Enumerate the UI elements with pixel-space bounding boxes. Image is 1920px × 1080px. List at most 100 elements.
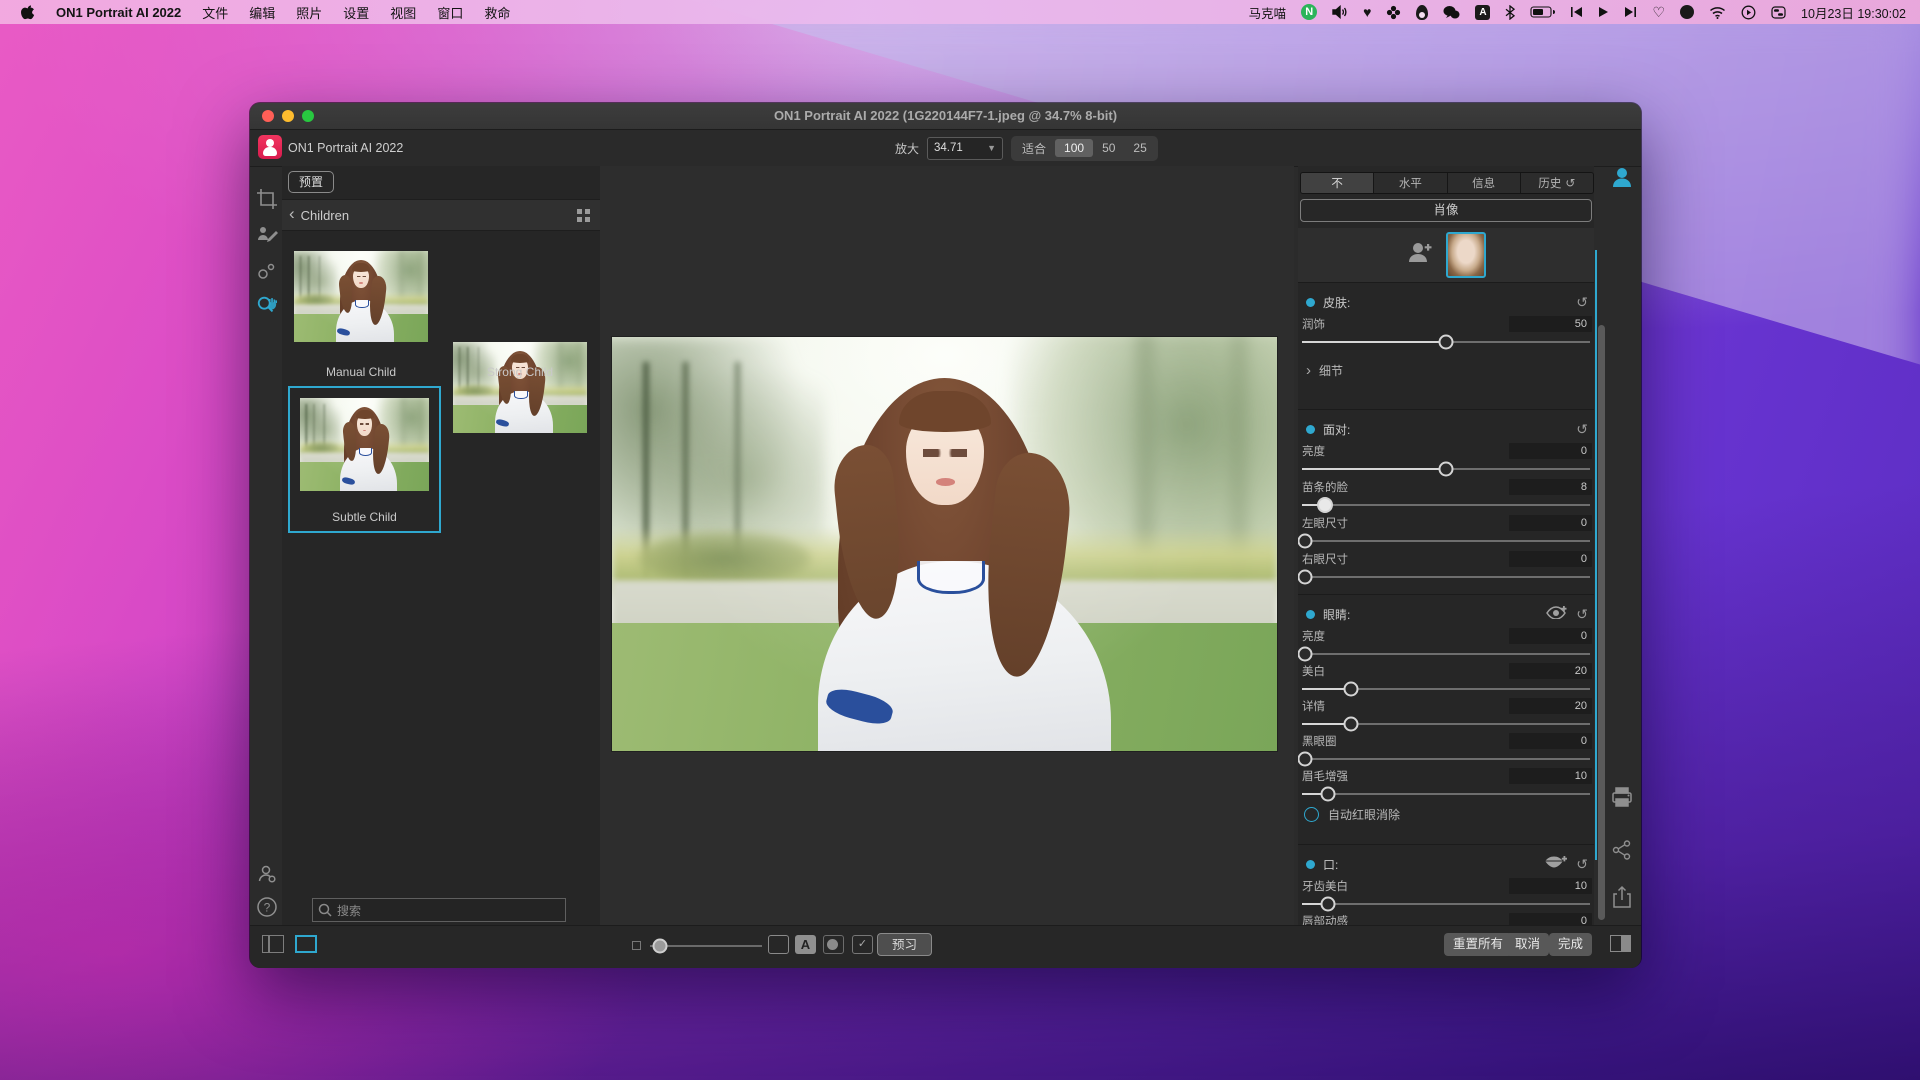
slider-retouch[interactable]	[1302, 335, 1590, 349]
penguin-app-icon[interactable]	[1416, 5, 1428, 20]
menu-window[interactable]: 窗口	[437, 3, 463, 22]
menu-edit[interactable]: 编辑	[249, 3, 275, 22]
compare-square-icon[interactable]	[632, 941, 641, 950]
enable-dot-face[interactable]	[1306, 425, 1315, 434]
zoom-25-button[interactable]: 25	[1124, 139, 1155, 157]
skip-back-icon[interactable]	[1570, 4, 1583, 20]
faces-view-icon[interactable]	[1610, 165, 1634, 189]
crop-tool-icon[interactable]	[256, 188, 278, 210]
zoom-fit-button[interactable]: 适合	[1013, 138, 1055, 159]
panel-toggle-icon[interactable]	[1610, 935, 1631, 952]
tab-levels[interactable]: 水平	[1374, 173, 1447, 193]
export-icon[interactable]	[1610, 885, 1634, 909]
bluetooth-icon[interactable]	[1505, 4, 1515, 20]
blemish-tool-icon[interactable]	[256, 260, 278, 282]
share-nodes-icon[interactable]	[1610, 838, 1634, 862]
main-photo[interactable]	[612, 337, 1277, 751]
enable-dot-skin[interactable]	[1306, 298, 1315, 307]
heart-app-icon[interactable]: ♥	[1363, 4, 1371, 20]
tab-info[interactable]: 信息	[1448, 173, 1521, 193]
skip-forward-icon[interactable]	[1624, 4, 1637, 20]
preset-label[interactable]: Subtle Child	[290, 510, 439, 524]
user-settings-icon[interactable]	[256, 863, 278, 885]
zoom-value-dropdown[interactable]: 34.71▼	[927, 137, 1003, 160]
zoom-50-button[interactable]: 50	[1093, 139, 1124, 157]
menu-file[interactable]: 文件	[202, 3, 228, 22]
slider-right-eye-size[interactable]	[1302, 570, 1590, 584]
add-eye-icon[interactable]	[1546, 605, 1568, 624]
slider-brightness[interactable]	[1302, 462, 1590, 476]
preview-opacity-slider[interactable]	[650, 939, 762, 953]
text-overlay-icon[interactable]: A	[795, 935, 816, 954]
chat-app-icon[interactable]	[1443, 4, 1460, 20]
add-face-icon[interactable]	[1407, 240, 1434, 271]
preview-button[interactable]: 预习	[877, 933, 932, 956]
back-chevron-icon[interactable]: ‹	[289, 204, 295, 224]
menu-settings[interactable]: 设置	[343, 3, 369, 22]
auto-redeye-checkbox[interactable]: 自动红眼消除	[1300, 802, 1592, 826]
battery-icon[interactable]	[1530, 4, 1555, 20]
slider-eyebrow-enhance[interactable]	[1302, 787, 1590, 801]
slider-eye-whiten[interactable]	[1302, 682, 1590, 696]
preset-category-row[interactable]: ‹ Children	[282, 199, 600, 231]
add-mouth-icon[interactable]	[1544, 855, 1568, 874]
single-view-icon-selected[interactable]	[295, 935, 317, 953]
portrait-button[interactable]: 肖像	[1300, 199, 1592, 222]
window-titlebar[interactable]: ON1 Portrait AI 2022 (1G220144F7-1.jpeg …	[250, 103, 1641, 130]
zoom-pan-tool-icon[interactable]	[256, 294, 278, 316]
enable-dot-mouth[interactable]	[1306, 860, 1315, 869]
slider-left-eye-size[interactable]	[1302, 534, 1590, 548]
grid-view-icon[interactable]	[577, 209, 590, 222]
mask-view-icon[interactable]	[768, 935, 789, 954]
preset-label[interactable]: Manual Child	[294, 365, 428, 379]
preset-cell-subtle-child-selected[interactable]: Subtle Child	[288, 386, 441, 533]
presets-button[interactable]: 预置	[288, 171, 334, 193]
softproof-icon[interactable]	[823, 935, 844, 954]
preset-thumb-manual-child[interactable]	[294, 251, 428, 342]
preset-thumb-subtle-child[interactable]	[300, 398, 429, 491]
menu-help[interactable]: 救命	[484, 3, 510, 22]
details-expander[interactable]: › 细节	[1300, 359, 1592, 381]
slider-dark-circles[interactable]	[1302, 752, 1590, 766]
checklist-icon[interactable]: ✓	[852, 935, 873, 954]
reset-icon[interactable]: ↺	[1576, 421, 1588, 438]
apple-menu-icon[interactable]	[20, 4, 35, 20]
play-icon[interactable]	[1598, 4, 1609, 20]
preset-thumb-strong-child[interactable]	[453, 342, 587, 433]
checkbox-circle-icon[interactable]	[1304, 807, 1319, 822]
reset-icon[interactable]: ↺	[1576, 606, 1588, 623]
wifi-icon[interactable]	[1709, 4, 1726, 20]
reset-all-button[interactable]: 重置所有	[1444, 933, 1512, 956]
face-thumbnail-selected[interactable]	[1446, 232, 1486, 278]
retouch-tool-icon[interactable]	[256, 223, 278, 245]
ball-app-icon[interactable]	[1680, 5, 1694, 19]
slider-slim-face[interactable]	[1302, 498, 1590, 512]
zoom-100-button[interactable]: 100	[1055, 139, 1093, 157]
pinwheel-app-icon[interactable]	[1386, 4, 1401, 20]
menu-photo[interactable]: 照片	[296, 3, 322, 22]
done-button[interactable]: 完成	[1549, 933, 1592, 956]
tab-history[interactable]: 历史↺	[1521, 173, 1593, 193]
control-center-icon[interactable]	[1771, 4, 1786, 20]
image-canvas[interactable]	[600, 166, 1294, 925]
menubar-app-name[interactable]: ON1 Portrait AI 2022	[56, 5, 181, 20]
status-username[interactable]: 马克喵	[1249, 3, 1287, 22]
tab-none[interactable]: 不	[1301, 173, 1374, 193]
speaker-icon[interactable]	[1332, 4, 1348, 20]
slider-eye-detail[interactable]	[1302, 717, 1590, 731]
heart-outline-icon[interactable]: ♡	[1652, 4, 1665, 20]
play-circle-icon[interactable]	[1741, 4, 1756, 20]
n-badge-icon[interactable]: N	[1301, 4, 1317, 20]
menu-view[interactable]: 视图	[390, 3, 416, 22]
print-icon[interactable]	[1610, 785, 1634, 809]
cancel-button[interactable]: 取消	[1506, 933, 1549, 956]
split-view-icon[interactable]	[262, 935, 284, 953]
translate-app-icon[interactable]: A	[1475, 5, 1490, 20]
panel-scrollbar[interactable]	[1598, 325, 1605, 920]
help-icon[interactable]: ?	[256, 896, 278, 918]
slider-eye-brightness[interactable]	[1302, 647, 1590, 661]
preset-label[interactable]: Strong Child	[453, 365, 587, 379]
slider-value[interactable]: 50	[1509, 316, 1592, 332]
enable-dot-eyes[interactable]	[1306, 610, 1315, 619]
reset-icon[interactable]: ↺	[1576, 294, 1588, 311]
